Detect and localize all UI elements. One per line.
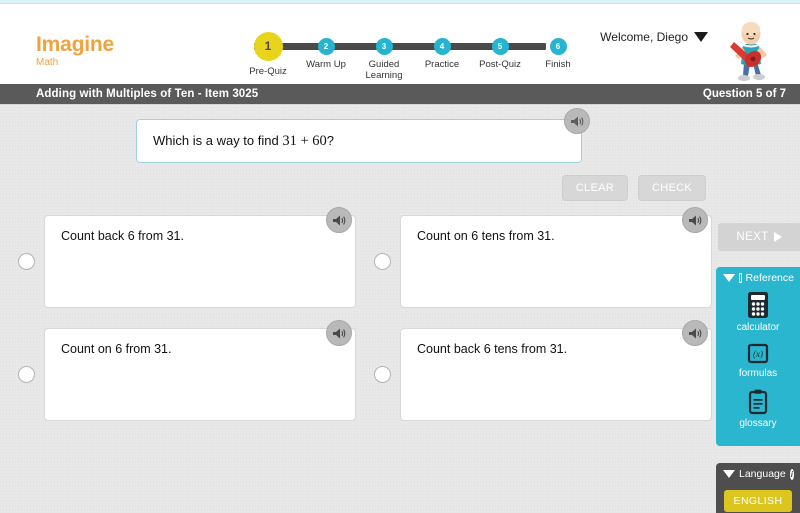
radio-button-a[interactable] xyxy=(18,253,35,270)
page-header: Imagine Math 1 Pre-Quiz 2 Warm Up 3 Guid… xyxy=(0,4,800,84)
language-english-button[interactable]: ENGLISH xyxy=(723,490,793,512)
account-menu[interactable]: Welcome, Diego xyxy=(600,30,708,44)
tool-label-calculator: calculator xyxy=(736,322,780,333)
question-prompt: Which is a way to find 31 + 60? xyxy=(136,119,582,163)
lesson-content: Which is a way to find 31 + 60? CLEAR CH… xyxy=(0,104,800,513)
step-number: 3 xyxy=(375,38,393,55)
next-button[interactable]: NEXT xyxy=(718,223,800,251)
step-number: 2 xyxy=(317,38,335,55)
radio-button-d[interactable] xyxy=(374,366,391,383)
tool-formulas[interactable]: (x) formulas xyxy=(716,340,800,386)
answer-actions: CLEAR CHECK xyxy=(561,175,706,201)
tool-glossary[interactable]: glossary xyxy=(716,386,800,436)
avatar[interactable] xyxy=(720,18,782,84)
language-panel: Language i ENGLISH xyxy=(716,463,800,513)
step-label: Pre-Quiz xyxy=(249,66,287,77)
speaker-icon-answer-b[interactable] xyxy=(682,207,708,233)
step-number: 1 xyxy=(253,32,283,61)
answer-text-b[interactable]: Count on 6 tens from 31. xyxy=(400,215,712,308)
question-counter: Question 5 of 7 xyxy=(702,88,786,100)
glossary-icon xyxy=(748,389,768,415)
calculator-icon xyxy=(748,292,768,318)
reference-panel-header[interactable]: Reference xyxy=(716,267,800,288)
question-suffix: ? xyxy=(326,132,334,148)
collapse-triangle-icon xyxy=(723,470,735,478)
collapse-triangle-icon xyxy=(723,274,735,282)
reference-panel-title: Reference xyxy=(745,272,794,284)
svg-text:(x): (x) xyxy=(753,349,763,359)
tool-rail: NEXT Reference calculator (x) formulas g… xyxy=(716,209,800,513)
brand-name: Imagine xyxy=(36,33,114,56)
speaker-icon-answer-a[interactable] xyxy=(326,207,352,233)
radio-button-b[interactable] xyxy=(374,253,391,270)
progress-stepper: 1 Pre-Quiz 2 Warm Up 3 Guided Learning 4… xyxy=(238,32,571,84)
step-label: Practice xyxy=(424,59,460,70)
answer-option-c[interactable]: Count on 6 from 31. xyxy=(0,318,356,431)
language-panel-title: Language xyxy=(739,468,786,480)
step-label: Guided Learning xyxy=(365,59,403,81)
answer-text-a[interactable]: Count back 6 from 31. xyxy=(44,215,356,308)
play-arrow-icon xyxy=(773,232,782,242)
next-label: NEXT xyxy=(736,231,769,243)
step-number: 5 xyxy=(491,38,509,55)
tool-label-glossary: glossary xyxy=(739,418,777,429)
formulas-icon: (x) xyxy=(747,343,769,364)
answer-row-1: Count back 6 from 31. Count on 6 tens fr… xyxy=(0,205,712,318)
tool-label-formulas: formulas xyxy=(738,368,778,379)
lesson-titlebar: Adding with Multiples of Ten - Item 3025… xyxy=(0,84,800,104)
answer-text-d[interactable]: Count back 6 tens from 31. xyxy=(400,328,712,421)
step-label: Finish xyxy=(545,59,571,70)
answer-row-2: Count on 6 from 31. Count back 6 tens fr… xyxy=(0,318,712,431)
answer-text-c[interactable]: Count on 6 from 31. xyxy=(44,328,356,421)
radio-button-c[interactable] xyxy=(18,366,35,383)
question-math: 31 + 60 xyxy=(282,132,327,149)
check-button[interactable]: CHECK xyxy=(637,175,706,201)
step-number: 4 xyxy=(433,38,451,55)
step-number: 6 xyxy=(549,38,567,55)
progress-step-practice[interactable]: 4 Practice xyxy=(412,32,472,71)
progress-step-warm-up[interactable]: 2 Warm Up xyxy=(296,32,356,71)
tool-calculator[interactable]: calculator xyxy=(716,288,800,340)
speaker-icon-answer-d[interactable] xyxy=(682,320,708,346)
progress-step-post-quiz[interactable]: 5 Post-Quiz xyxy=(470,32,530,71)
lesson-title: Adding with Multiples of Ten - Item 3025 xyxy=(36,88,259,100)
brand-logo[interactable]: Imagine Math xyxy=(36,34,114,68)
speaker-icon-question[interactable] xyxy=(564,108,590,134)
progress-step-guided-learning[interactable]: 3 Guided Learning xyxy=(354,32,414,82)
info-icon[interactable]: i xyxy=(789,468,794,480)
reference-panel: Reference calculator (x) formulas glossa… xyxy=(716,267,800,446)
answer-option-b[interactable]: Count on 6 tens from 31. xyxy=(356,205,712,318)
speaker-icon-answer-c[interactable] xyxy=(326,320,352,346)
brand-subject: Math xyxy=(36,57,59,68)
chevron-down-icon xyxy=(694,32,708,42)
answer-options: Count back 6 from 31. Count on 6 tens fr… xyxy=(0,205,712,431)
reference-book-icon xyxy=(739,273,742,283)
lesson-page: Imagine Math 1 Pre-Quiz 2 Warm Up 3 Guid… xyxy=(0,0,800,513)
answer-option-a[interactable]: Count back 6 from 31. xyxy=(0,205,356,318)
step-label: Post-Quiz xyxy=(479,59,521,70)
step-label: Warm Up xyxy=(306,59,346,70)
welcome-label: Welcome, Diego xyxy=(600,30,688,44)
progress-step-finish[interactable]: 6 Finish xyxy=(528,32,588,71)
clear-button[interactable]: CLEAR xyxy=(561,175,628,201)
language-panel-header[interactable]: Language i xyxy=(716,463,800,484)
question-text: Which is a way to find 31 + 60? xyxy=(153,133,334,150)
question-prefix: Which is a way to find xyxy=(153,132,283,148)
answer-option-d[interactable]: Count back 6 tens from 31. xyxy=(356,318,712,431)
progress-step-pre-quiz[interactable]: 1 Pre-Quiz xyxy=(238,32,298,78)
